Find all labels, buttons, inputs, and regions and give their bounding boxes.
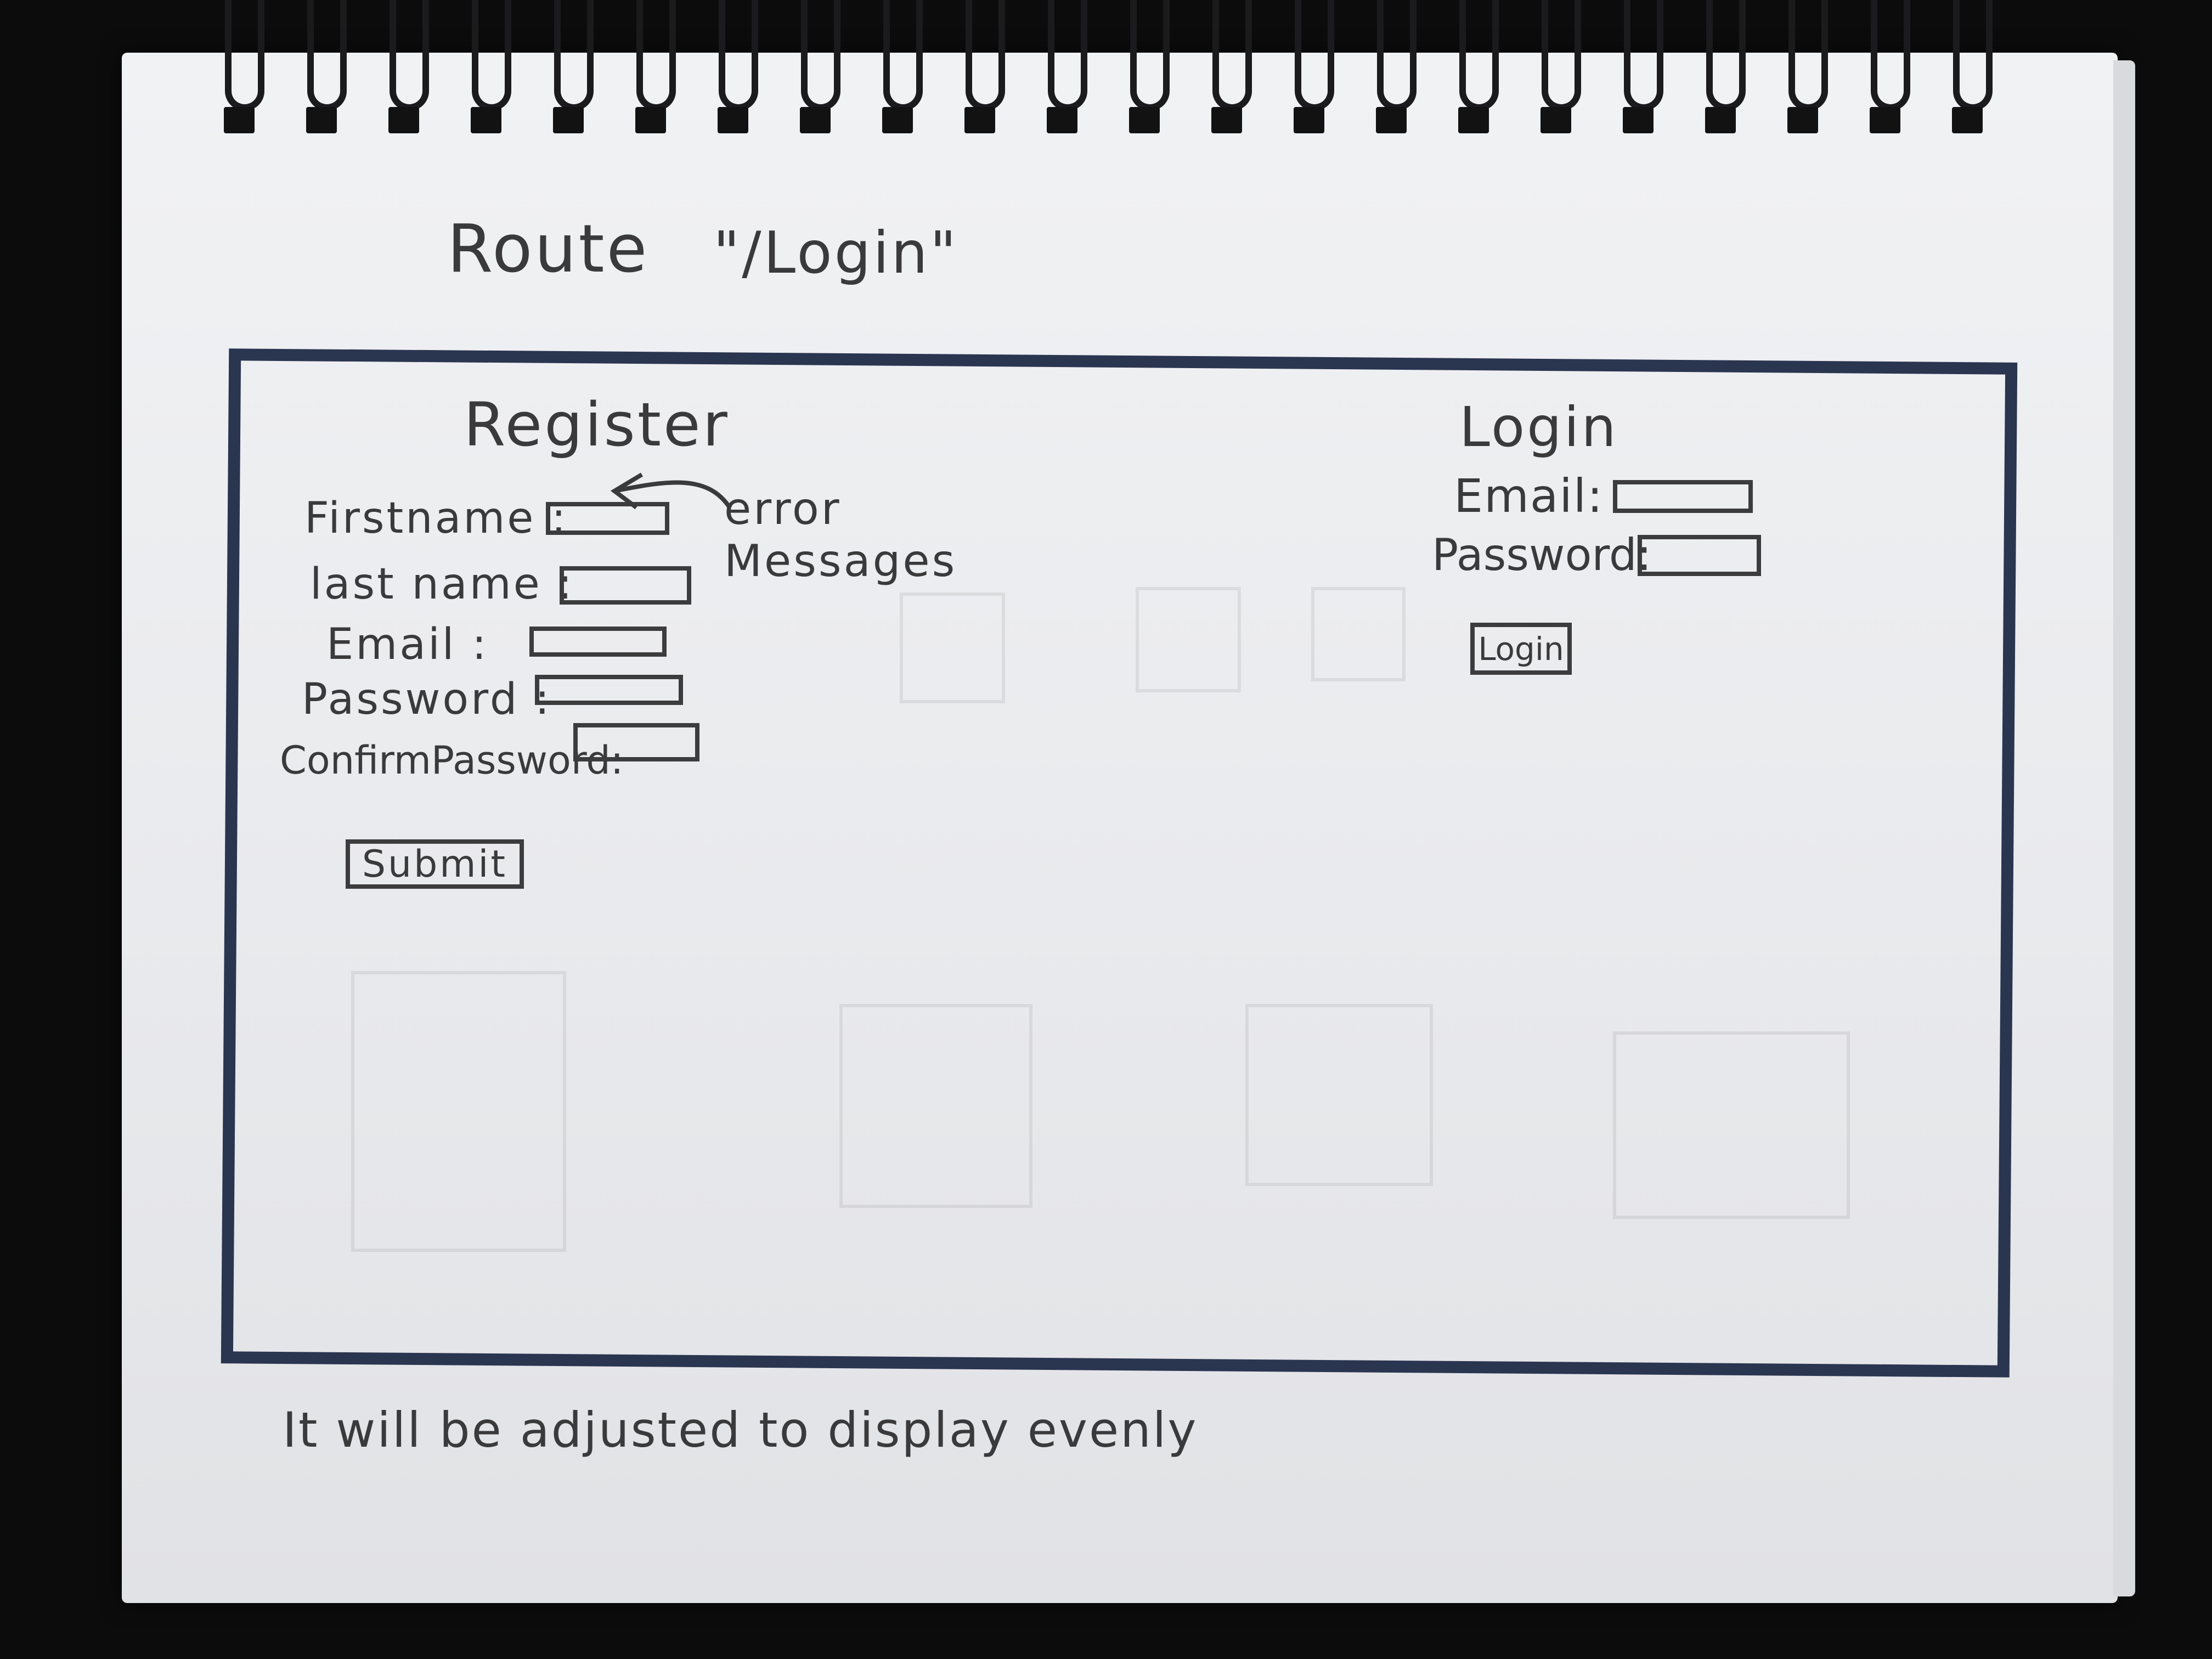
coil-wire [636,0,676,111]
punch-hole [1787,107,1818,133]
arrow-left-icon [610,472,732,510]
coil-wire [1212,0,1252,111]
spiral-coil [1125,0,1170,133]
spiral-coil [1372,0,1417,133]
punch-hole [471,107,501,133]
spiral-coil [384,0,429,133]
spiral-coil [466,0,511,133]
punch-hole [1705,107,1736,133]
coil-wire [1377,0,1417,111]
spiral-coil [1289,0,1334,133]
email-label: Email : [326,620,489,669]
coil-wire [307,0,347,111]
lastname-label: last name : [310,560,574,609]
coil-wire [1953,0,1993,111]
punch-hole [718,107,748,133]
coil-wire [1624,0,1663,111]
spiral-coil [1042,0,1087,133]
coil-wire [1788,0,1828,111]
punch-hole [1541,107,1571,133]
coil-wire [1459,0,1499,111]
coil-wire [1706,0,1746,111]
spiral-coil [878,0,923,133]
punch-hole [553,107,584,133]
spiral-coil [1701,0,1746,133]
spiral-coil [1865,0,1910,133]
spiral-coil [549,0,594,133]
punch-hole [800,107,831,133]
coil-wire [390,0,429,111]
coil-wire [1048,0,1087,111]
coil-wire [1130,0,1170,111]
route-path: "/Login" [713,219,959,286]
punch-hole [1294,107,1324,133]
spiral-coil [1618,0,1663,133]
coil-wire [1871,0,1910,111]
confirm-password-input[interactable] [573,723,699,761]
coil-wire [719,0,758,111]
coil-wire [1295,0,1334,111]
firstname-label: Firstname : [304,494,568,543]
spiral-coil [1536,0,1581,133]
punch-hole [882,107,913,133]
spiral-coil [302,0,347,133]
punch-hole [1129,107,1160,133]
register-email-input[interactable] [529,627,667,657]
punch-hole [1623,107,1654,133]
page-edge [2113,60,2135,1596]
punch-hole [1376,107,1407,133]
coil-wire [472,0,511,111]
confirm-password-label: ConfirmPassword: [280,738,624,783]
coil-wire [554,0,594,111]
coil-wire [225,0,264,111]
login-email-label: Email: [1454,469,1604,523]
coil-wire [1542,0,1581,111]
spiral-coil [1207,0,1252,133]
spiral-coil [795,0,840,133]
spiral-coil [960,0,1005,133]
punch-hole [306,107,337,133]
coil-wire [966,0,1005,111]
login-button[interactable]: Login [1470,623,1572,675]
punch-hole [1211,107,1242,133]
punch-hole [1458,107,1489,133]
spiral-coil [1783,0,1828,133]
submit-button[interactable]: Submit [346,839,524,889]
punch-hole [1952,107,1983,133]
spiral-coil [713,0,758,133]
route-label: Route [447,211,650,287]
login-password-label: Password: [1432,529,1652,580]
punch-hole [388,107,419,133]
register-password-input[interactable] [535,675,683,705]
footer-note: It will be adjusted to display evenly [283,1402,1198,1458]
spiral-binding [219,0,2063,148]
password-label: Password : [302,675,552,724]
punch-hole [1047,107,1077,133]
spiral-coil [631,0,676,133]
spiral-coil [1454,0,1499,133]
punch-hole [224,107,255,133]
coil-wire [883,0,923,111]
spiral-coil [219,0,264,133]
spiral-coil [1948,0,1993,133]
lastname-input[interactable] [560,566,691,605]
register-title: Register [464,390,730,460]
error-messages-note: error Messages [724,483,957,586]
login-title: Login [1459,395,1618,459]
login-password-input[interactable] [1638,535,1761,576]
coil-wire [801,0,840,111]
punch-hole [964,107,995,133]
punch-hole [635,107,666,133]
punch-hole [1870,107,1900,133]
login-email-input[interactable] [1613,480,1753,513]
